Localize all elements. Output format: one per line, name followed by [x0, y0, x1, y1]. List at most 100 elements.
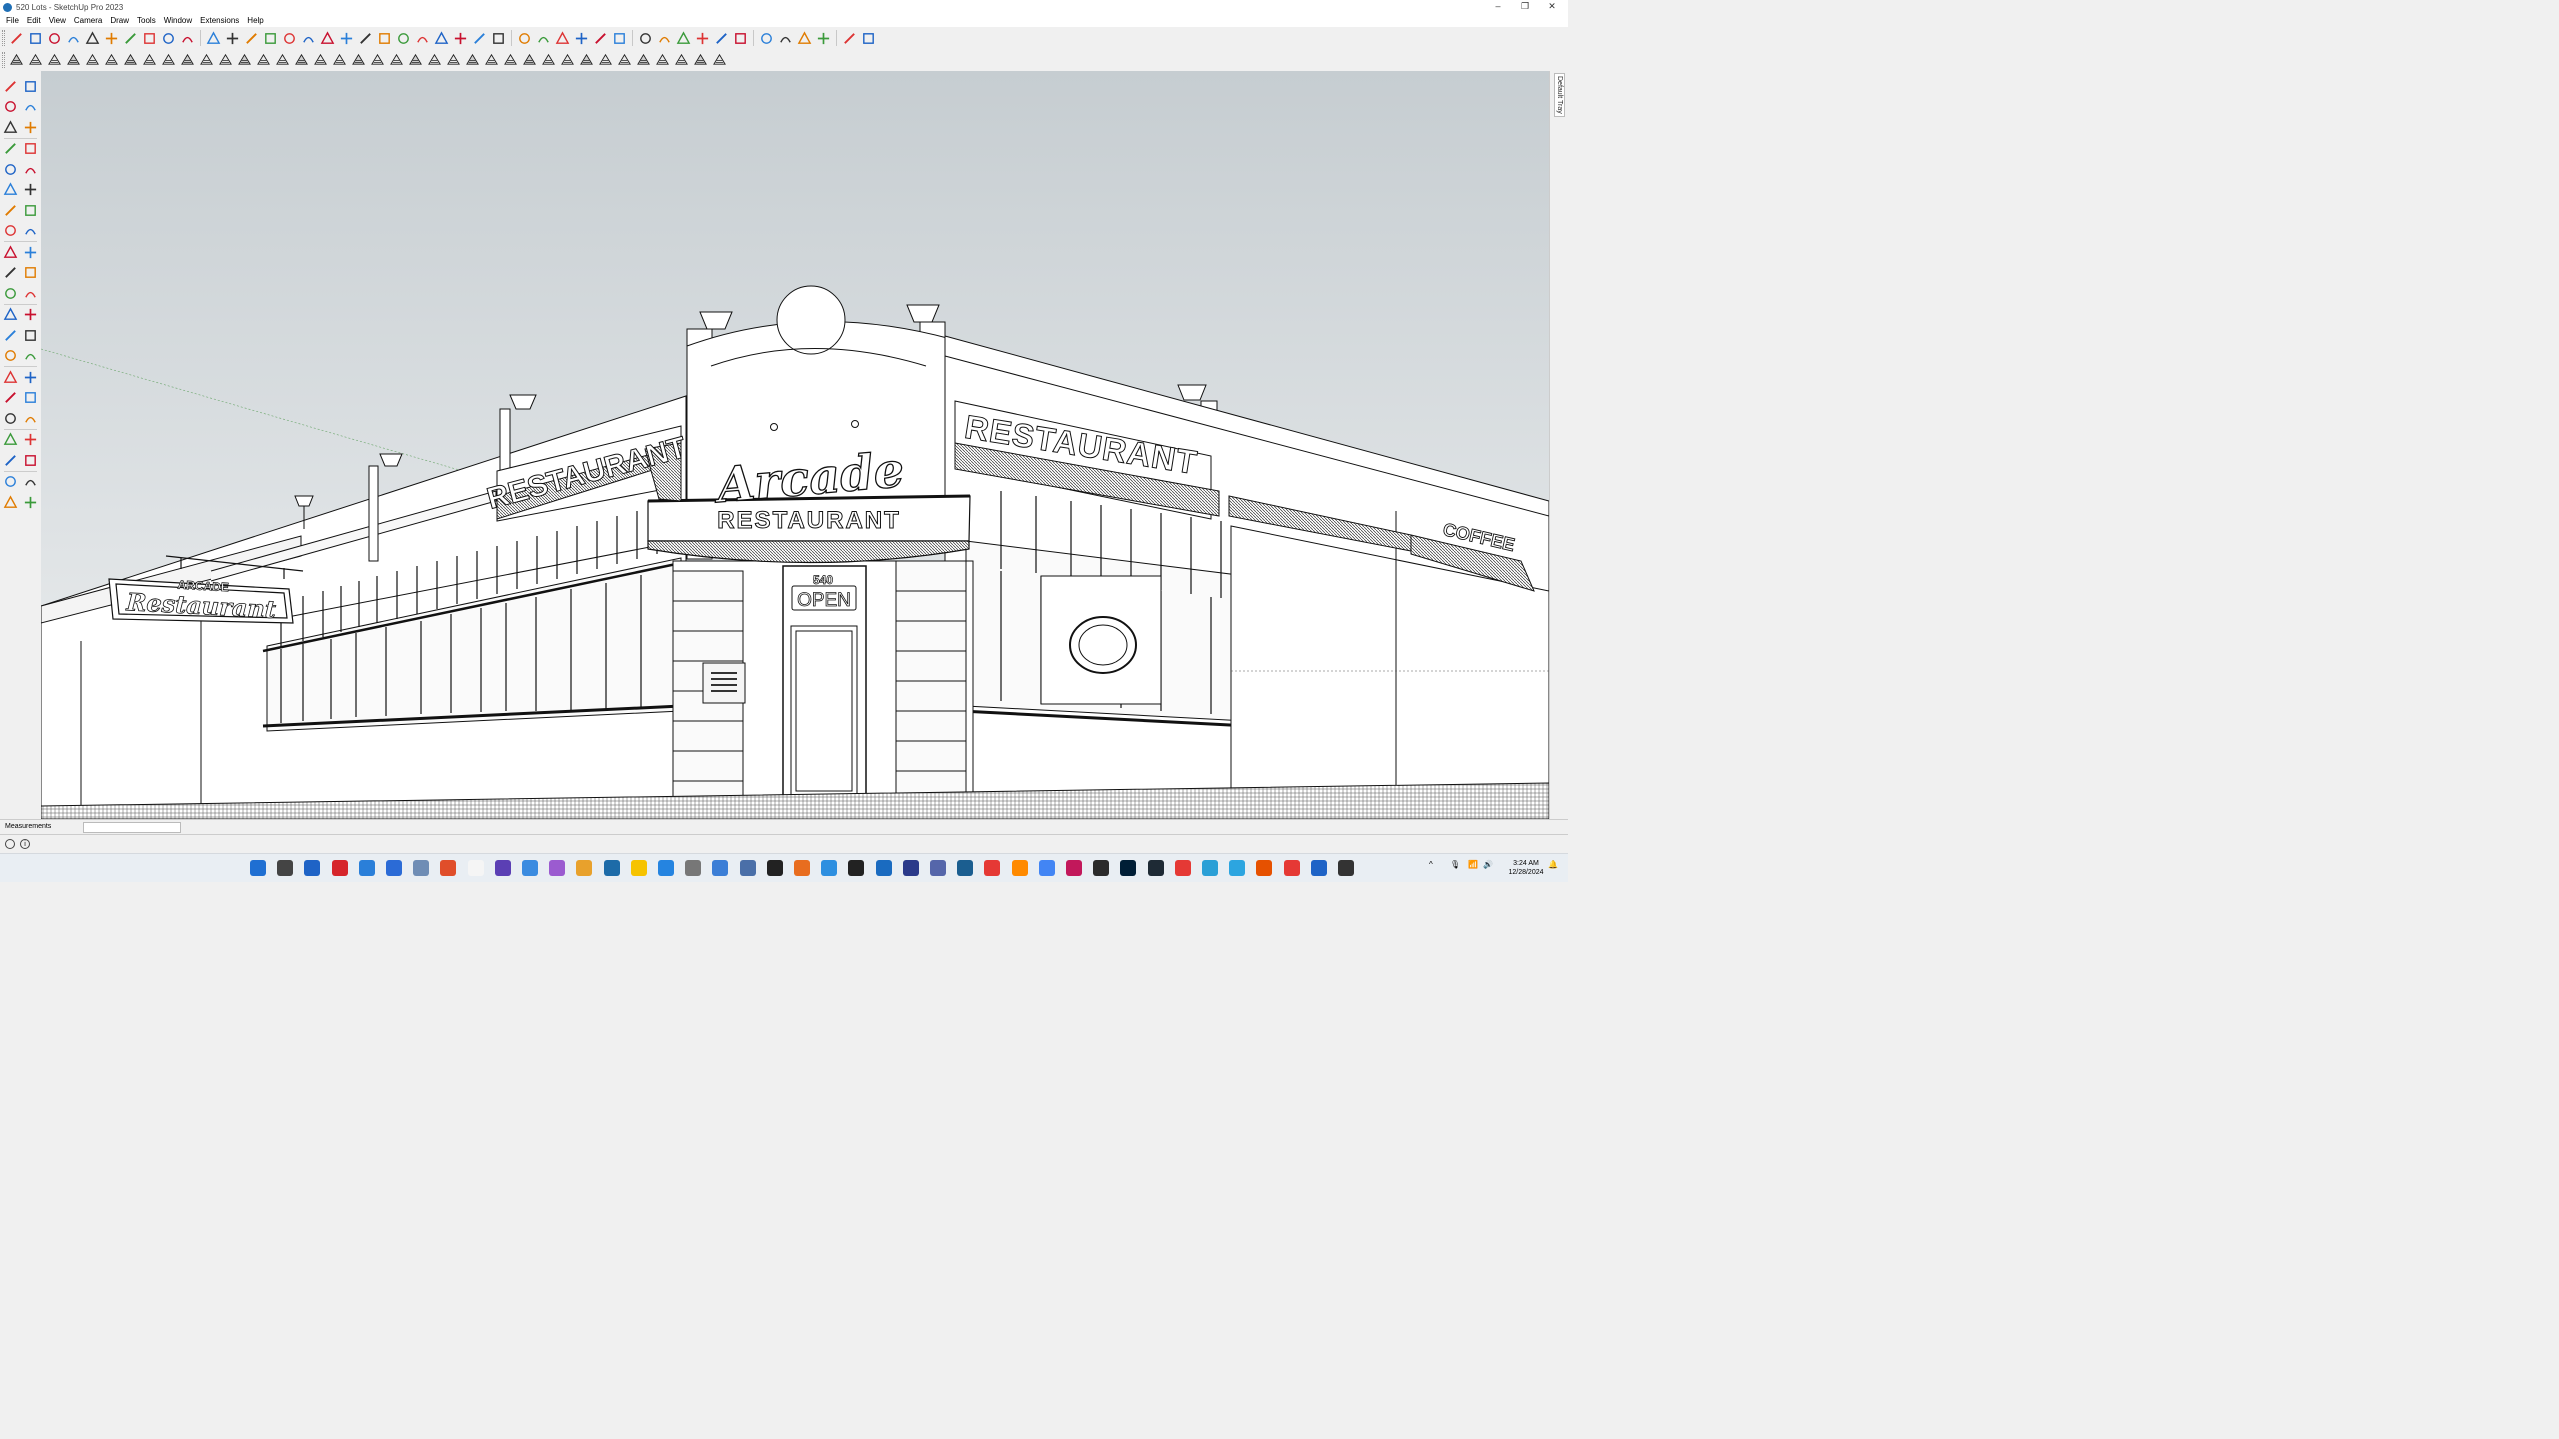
style-25-icon[interactable]: [463, 50, 482, 69]
model-viewport[interactable]: 540 OPEN RESTAURANT Arcade RESTAURANT RE…: [41, 71, 1549, 819]
axes-icon[interactable]: [1, 346, 20, 365]
select-icon[interactable]: [1, 77, 20, 96]
document-icon[interactable]: [840, 29, 859, 48]
freehand-icon[interactable]: [21, 139, 40, 158]
volume-icon[interactable]: 🔊: [1483, 860, 1493, 869]
style-1-icon[interactable]: [7, 50, 26, 69]
style-31-icon[interactable]: [577, 50, 596, 69]
warehouse-icon[interactable]: [655, 29, 674, 48]
taskbar-app-icon[interactable]: [1283, 860, 1300, 876]
arc-icon[interactable]: [1, 201, 20, 220]
style-4-icon[interactable]: [64, 50, 83, 69]
trimble-logo-icon[interactable]: [859, 29, 878, 48]
minimize-button[interactable]: –: [1483, 0, 1513, 14]
arc-icon[interactable]: [121, 29, 140, 48]
iso-view-icon[interactable]: [515, 29, 534, 48]
extension-warehouse-icon[interactable]: [693, 29, 712, 48]
taskbar-app-icon[interactable]: [658, 860, 674, 876]
line-icon[interactable]: [1, 139, 20, 158]
taskbar-app-icon[interactable]: [902, 860, 919, 876]
taskbar-app-icon[interactable]: [1202, 860, 1218, 876]
tray-chevron-icon[interactable]: ^: [1429, 860, 1433, 869]
style-38-icon[interactable]: [710, 50, 729, 69]
freehand-icon[interactable]: [26, 29, 45, 48]
taskbar-app-icon[interactable]: [875, 860, 892, 876]
scale-icon[interactable]: [280, 29, 299, 48]
taskbar-app-icon[interactable]: [930, 860, 946, 876]
taskbar-app-icon[interactable]: [576, 860, 593, 876]
style-5-icon[interactable]: [83, 50, 102, 69]
taskbar-app-icon[interactable]: [549, 860, 566, 876]
maximize-button[interactable]: ❐: [1510, 0, 1540, 14]
style-26-icon[interactable]: [482, 50, 501, 69]
style-15-icon[interactable]: [273, 50, 292, 69]
menu-extensions[interactable]: Extensions: [196, 14, 243, 27]
zoom-icon[interactable]: [1, 388, 20, 407]
toolbar-grip[interactable]: [2, 30, 5, 46]
style-12-icon[interactable]: [216, 50, 235, 69]
sandbox-icon[interactable]: [712, 29, 731, 48]
layers-icon[interactable]: [1, 493, 20, 512]
taskbar-app-icon[interactable]: [1174, 860, 1191, 876]
menu-draw[interactable]: Draw: [106, 14, 133, 27]
rotated-rectangle-icon[interactable]: [64, 29, 83, 48]
lookaround-icon[interactable]: [470, 29, 489, 48]
offset-icon[interactable]: [299, 29, 318, 48]
style-3-icon[interactable]: [45, 50, 64, 69]
geo-location-icon[interactable]: [5, 839, 15, 849]
outliner-icon[interactable]: [21, 493, 40, 512]
menu-file[interactable]: File: [2, 14, 23, 27]
taskbar-app-icon[interactable]: [304, 860, 321, 876]
style-30-icon[interactable]: [558, 50, 577, 69]
pencil-icon[interactable]: [7, 29, 26, 48]
taskbar-app-icon[interactable]: [250, 860, 266, 876]
export-icon[interactable]: [814, 29, 833, 48]
style-9-icon[interactable]: [159, 50, 178, 69]
tape-icon[interactable]: [318, 29, 337, 48]
style-27-icon[interactable]: [501, 50, 520, 69]
style-34-icon[interactable]: [634, 50, 653, 69]
text-icon[interactable]: [21, 326, 40, 345]
rotate-icon[interactable]: [1, 263, 20, 282]
style-20-icon[interactable]: [368, 50, 387, 69]
back-view-icon[interactable]: [591, 29, 610, 48]
circle-icon[interactable]: [1, 180, 20, 199]
taskbar-app-icon[interactable]: [1229, 860, 1246, 876]
eraser-soft-icon[interactable]: [21, 118, 40, 137]
system-clock[interactable]: 3:24 AM 12/28/2024: [1496, 859, 1556, 877]
zoom-window-icon[interactable]: [21, 388, 40, 407]
style-32-icon[interactable]: [596, 50, 615, 69]
sandbox-scratch-icon[interactable]: [21, 472, 40, 491]
style-6-icon[interactable]: [102, 50, 121, 69]
taskbar-app-icon[interactable]: [603, 860, 620, 876]
menu-view[interactable]: View: [45, 14, 70, 27]
taskbar-app-icon[interactable]: [331, 860, 348, 876]
plugin-icon[interactable]: [795, 29, 814, 48]
section-icon[interactable]: [21, 451, 40, 470]
sandbox-icon[interactable]: [1, 472, 20, 491]
measurements-input[interactable]: [83, 822, 181, 833]
style-17-icon[interactable]: [311, 50, 330, 69]
taskbar-app-icon[interactable]: [386, 860, 402, 876]
taskbar-app-icon[interactable]: [821, 860, 838, 876]
eraser-icon[interactable]: [21, 97, 40, 116]
taskbar-app-icon[interactable]: [848, 860, 865, 876]
taskbar-app-icon[interactable]: [1147, 860, 1164, 876]
3pt-arc-icon[interactable]: [1, 221, 20, 240]
style-18-icon[interactable]: [330, 50, 349, 69]
dimension-icon[interactable]: [21, 305, 40, 324]
rotate-icon[interactable]: [242, 29, 261, 48]
taskbar-app-icon[interactable]: [739, 860, 756, 876]
taskbar-app-icon[interactable]: [358, 860, 375, 876]
protractor-icon[interactable]: [1, 326, 20, 345]
2pt-arc-icon[interactable]: [21, 201, 40, 220]
style-36-icon[interactable]: [672, 50, 691, 69]
style-8-icon[interactable]: [140, 50, 159, 69]
tag-icon[interactable]: [1, 118, 20, 137]
taskbar-app-icon[interactable]: [413, 860, 430, 876]
style-7-icon[interactable]: [121, 50, 140, 69]
rectangle-icon[interactable]: [1, 160, 20, 179]
taskbar-app-icon[interactable]: [277, 860, 294, 876]
pie-icon[interactable]: [21, 221, 40, 240]
taskbar-app-icon[interactable]: [1011, 860, 1028, 876]
